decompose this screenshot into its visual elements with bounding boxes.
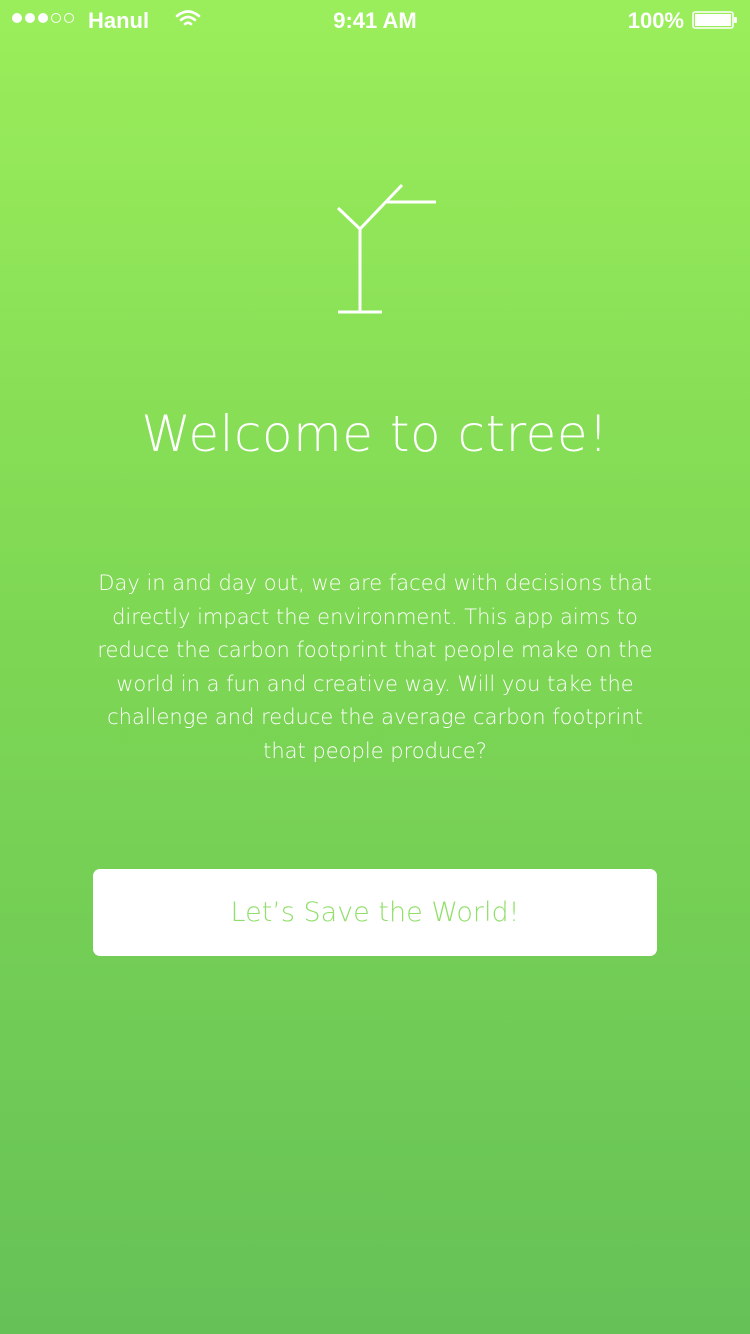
battery-icon	[692, 11, 737, 29]
status-bar: Hanul 9:41 AM 100%	[0, 0, 750, 40]
save-the-world-button[interactable]: Let’s Save the World!	[93, 869, 657, 956]
battery-percent: 100%	[627, 8, 684, 33]
welcome-title: Welcome to ctree!	[141, 405, 609, 463]
tree-logo-icon	[336, 183, 436, 314]
welcome-description: Day in and day out, we are faced with de…	[97, 571, 653, 763]
